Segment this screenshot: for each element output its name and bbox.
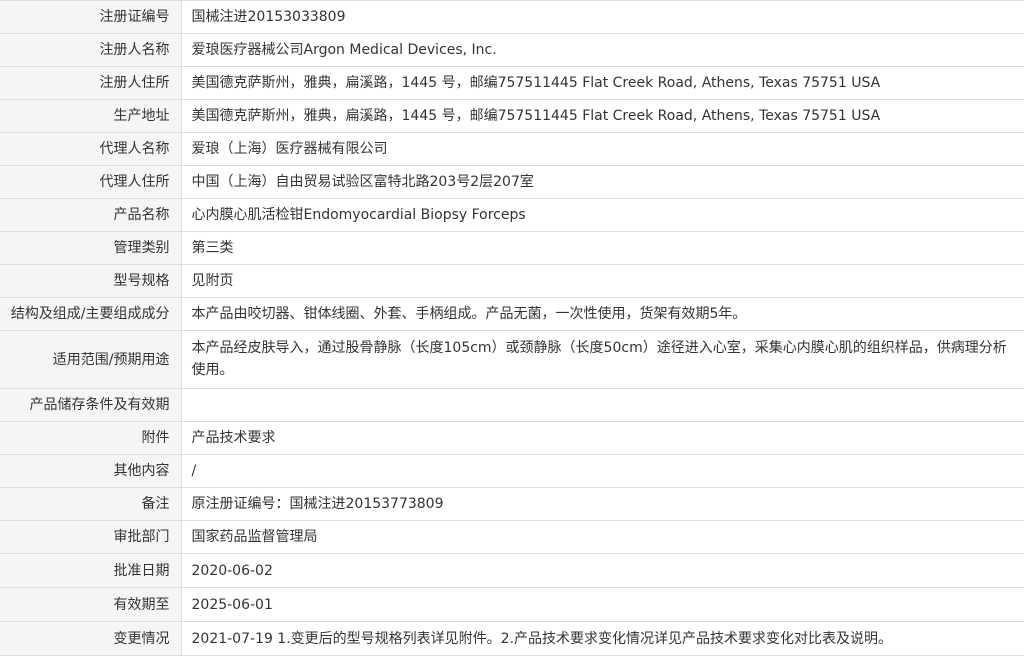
row-label: 备注 [0, 487, 182, 521]
row-value: 美国德克萨斯州，雅典，扁溪路，1445 号，邮编757511445 Flat C… [181, 99, 1024, 133]
row-label: 产品名称 [0, 198, 182, 232]
row-label: 附件 [0, 421, 182, 455]
table-row: 附件 产品技术要求 [0, 421, 1024, 455]
row-label: 批准日期 [0, 553, 182, 588]
table-row: 批准日期 2020-06-02 [0, 553, 1024, 588]
row-label: 注册证编号 [0, 0, 182, 34]
table-row: 其他内容 / [0, 454, 1024, 488]
table-row: 产品储存条件及有效期 [0, 388, 1024, 422]
row-value: 原注册证编号：国械注进20153773809 [181, 487, 1024, 521]
table-row: 变更情况 2021-07-19 1.变更后的型号规格列表详见附件。2.产品技术要… [0, 621, 1024, 656]
table-row: 备注 原注册证编号：国械注进20153773809 [0, 487, 1024, 521]
row-label: 有效期至 [0, 587, 182, 622]
table-row: 代理人住所 中国（上海）自由贸易试验区富特北路203号2层207室 [0, 165, 1024, 199]
row-label: 注册人名称 [0, 33, 182, 67]
row-value: 本产品由咬切器、钳体线圈、外套、手柄组成。产品无菌，一次性使用，货架有效期5年。 [181, 297, 1024, 331]
row-label: 审批部门 [0, 520, 182, 554]
table-row: 生产地址 美国德克萨斯州，雅典，扁溪路，1445 号，邮编757511445 F… [0, 99, 1024, 133]
row-label: 代理人住所 [0, 165, 182, 199]
table-row: 产品名称 心内膜心肌活检钳Endomyocardial Biopsy Force… [0, 198, 1024, 232]
row-value: 见附页 [181, 264, 1024, 298]
row-label: 代理人名称 [0, 132, 182, 166]
row-value: 中国（上海）自由贸易试验区富特北路203号2层207室 [181, 165, 1024, 199]
row-label: 适用范围/预期用途 [0, 330, 182, 389]
row-label: 管理类别 [0, 231, 182, 265]
table-row: 适用范围/预期用途 本产品经皮肤导入，通过股骨静脉（长度105cm）或颈静脉（长… [0, 330, 1024, 389]
row-value: / [181, 454, 1024, 488]
row-label: 产品储存条件及有效期 [0, 388, 182, 422]
row-value: 2025-06-01 [181, 587, 1024, 622]
row-value: 产品技术要求 [181, 421, 1024, 455]
row-label: 生产地址 [0, 99, 182, 133]
row-value: 美国德克萨斯州，雅典，扁溪路，1445 号，邮编757511445 Flat C… [181, 66, 1024, 100]
registration-detail-table: 注册证编号 国械注进20153033809 注册人名称 爱琅医疗器械公司Argo… [0, 0, 1024, 656]
row-value: 爱琅（上海）医疗器械有限公司 [181, 132, 1024, 166]
row-label: 型号规格 [0, 264, 182, 298]
row-label: 注册人住所 [0, 66, 182, 100]
row-value: 心内膜心肌活检钳Endomyocardial Biopsy Forceps [181, 198, 1024, 232]
row-label: 变更情况 [0, 621, 182, 656]
row-value: 2021-07-19 1.变更后的型号规格列表详见附件。2.产品技术要求变化情况… [181, 621, 1024, 656]
row-value: 本产品经皮肤导入，通过股骨静脉（长度105cm）或颈静脉（长度50cm）途径进入… [181, 330, 1024, 389]
table-row: 型号规格 见附页 [0, 264, 1024, 298]
row-label: 结构及组成/主要组成成分 [0, 297, 182, 331]
row-value [181, 388, 1024, 422]
table-row: 管理类别 第三类 [0, 231, 1024, 265]
row-value: 2020-06-02 [181, 553, 1024, 588]
row-value: 爱琅医疗器械公司Argon Medical Devices, Inc. [181, 33, 1024, 67]
table-row: 注册证编号 国械注进20153033809 [0, 0, 1024, 34]
table-row: 结构及组成/主要组成成分 本产品由咬切器、钳体线圈、外套、手柄组成。产品无菌，一… [0, 297, 1024, 331]
table-row: 注册人住所 美国德克萨斯州，雅典，扁溪路，1445 号，邮编757511445 … [0, 66, 1024, 100]
row-value: 第三类 [181, 231, 1024, 265]
table-row: 代理人名称 爱琅（上海）医疗器械有限公司 [0, 132, 1024, 166]
table-row: 有效期至 2025-06-01 [0, 587, 1024, 622]
table-row: 注册人名称 爱琅医疗器械公司Argon Medical Devices, Inc… [0, 33, 1024, 67]
table-row: 审批部门 国家药品监督管理局 [0, 520, 1024, 554]
row-label: 其他内容 [0, 454, 182, 488]
row-value: 国械注进20153033809 [181, 0, 1024, 34]
row-value: 国家药品监督管理局 [181, 520, 1024, 554]
